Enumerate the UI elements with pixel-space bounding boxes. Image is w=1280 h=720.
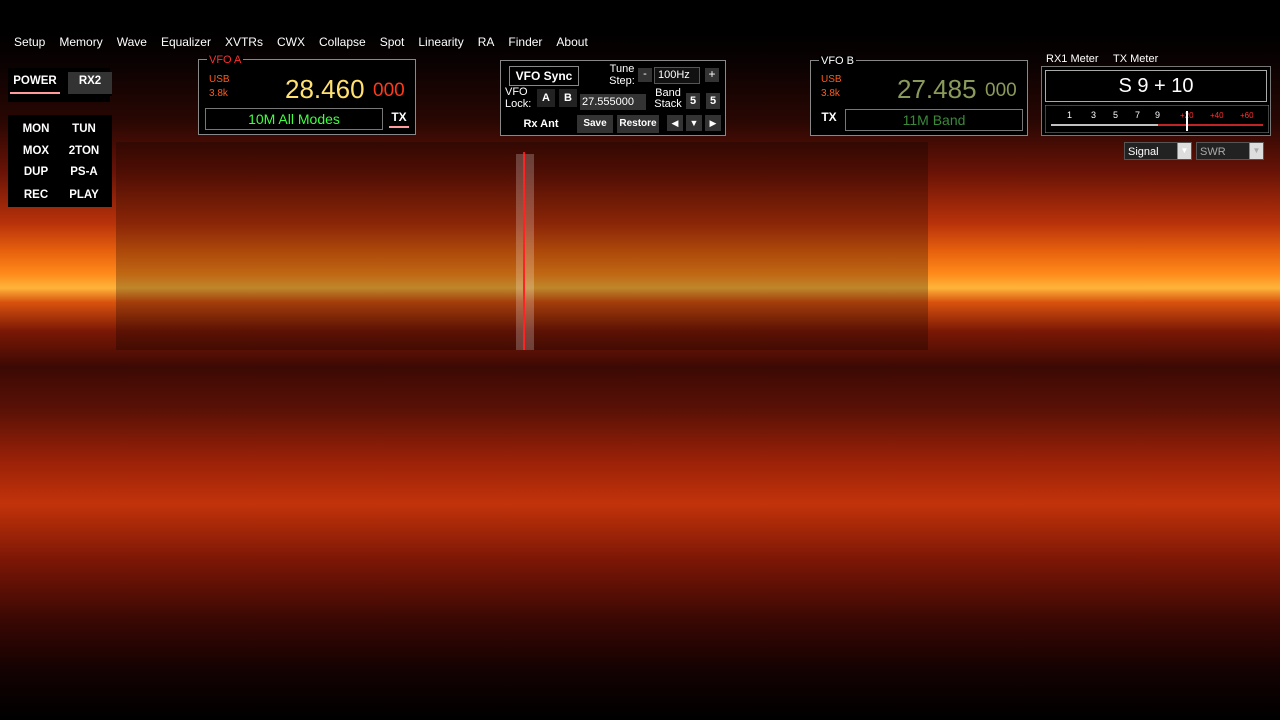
rx2-button[interactable]: RX2 — [68, 72, 112, 96]
meter-scale-p60: +60 — [1240, 111, 1254, 120]
menu-cwx[interactable]: CWX — [277, 35, 305, 51]
rx-meter-select-value: Signal — [1128, 146, 1159, 158]
meter-reading: S 9 + 10 — [1045, 70, 1267, 102]
mox-button[interactable]: MOX — [14, 142, 58, 162]
meter-scale-p40: +40 — [1210, 111, 1224, 120]
vfo-a-mode: USB — [209, 74, 230, 85]
rx-meter-select[interactable]: Signal ▼ — [1124, 142, 1192, 160]
psa-button[interactable]: PS-A — [62, 163, 106, 183]
vfo-lock-label: VFO Lock: — [505, 86, 532, 110]
menu-spot[interactable]: Spot — [380, 35, 405, 51]
menu-collapse[interactable]: Collapse — [319, 35, 366, 51]
menu-xvtrs[interactable]: XVTRs — [225, 35, 263, 51]
panadapter[interactable] — [116, 142, 928, 350]
tune-step-plus[interactable]: + — [705, 68, 719, 82]
restore-button[interactable]: Restore — [617, 115, 659, 133]
vfo-b-band-label: 11M Band — [845, 109, 1023, 131]
tune-step-minus[interactable]: - — [638, 68, 652, 82]
vfo-lock-freq[interactable]: 27.555000 — [580, 94, 646, 110]
menu-wave[interactable]: Wave — [117, 35, 147, 51]
arrow-down-icon[interactable]: ▼ — [686, 115, 702, 131]
arrow-left-icon[interactable]: ◀ — [667, 115, 683, 131]
menu-memory[interactable]: Memory — [59, 35, 102, 51]
band-stack-5a[interactable]: 5 — [686, 93, 700, 109]
vfo-a-bw: 3.8k — [209, 88, 228, 99]
rec-button[interactable]: REC — [14, 186, 58, 206]
vfo-b-panel: VFO B USB 3.8k 27.485 000 TX 11M Band — [810, 55, 1028, 136]
panadapter-grid — [516, 152, 534, 350]
meter-scale-7: 7 — [1135, 110, 1140, 120]
play-button[interactable]: PLAY — [62, 186, 106, 206]
vfo-b-mode: USB — [821, 74, 842, 85]
rx1-meter-label: RX1 Meter — [1046, 53, 1099, 65]
dup-button[interactable]: DUP — [14, 163, 58, 183]
meter-scale-5: 5 — [1113, 110, 1118, 120]
vfo-b-tx-button[interactable]: TX — [819, 110, 839, 128]
band-stack-5b[interactable]: 5 — [706, 93, 720, 109]
tx-meter-label: TX Meter — [1113, 53, 1159, 65]
tun-button[interactable]: TUN — [62, 120, 106, 140]
meter-scale-1: 1 — [1067, 110, 1072, 120]
tx-meter-select-value: SWR — [1200, 146, 1226, 158]
vfo-sync-button[interactable]: VFO Sync — [509, 66, 579, 86]
vfo-b-frequency[interactable]: 27.485 — [897, 74, 977, 105]
band-stack-label: Band Stack — [654, 87, 682, 110]
vfo-a-frequency-sub[interactable]: 000 — [373, 80, 405, 102]
menu-setup[interactable]: Setup — [14, 35, 45, 51]
rx-ant-button[interactable]: Rx Ant — [517, 115, 565, 133]
vfo-a-tx-button[interactable]: TX — [389, 110, 409, 128]
meter-scale-9: 9 — [1155, 110, 1160, 120]
vfo-a-panel: VFO A USB 3.8k 28.460 000 10M All Modes … — [198, 54, 416, 135]
vfo-a-band-label: 10M All Modes — [205, 108, 383, 130]
vfo-b-title: VFO B — [819, 55, 857, 67]
vfo-sync-panel: VFO Sync Tune Step: - 100Hz + VFO Lock: … — [500, 60, 726, 136]
menu-bar: Setup Memory Wave Equalizer XVTRs CWX Co… — [0, 35, 588, 51]
tx-meter-select[interactable]: SWR ▼ — [1196, 142, 1264, 160]
menu-ra[interactable]: RA — [478, 35, 495, 51]
vfo-lock-a[interactable]: A — [537, 89, 555, 107]
tune-step-value[interactable]: 100Hz — [654, 67, 700, 84]
vfo-lock-b[interactable]: B — [559, 89, 577, 107]
meter-bar-scale: 1 3 5 7 9 +20 +40 +60 — [1045, 105, 1269, 133]
save-button[interactable]: Save — [577, 115, 613, 133]
power-button[interactable]: POWER — [10, 72, 60, 94]
thetis-main-window: Setup Memory Wave Equalizer XVTRs CWX Co… — [0, 0, 1280, 720]
2ton-button[interactable]: 2TON — [62, 142, 106, 162]
menu-linearity[interactable]: Linearity — [418, 35, 463, 51]
dropdown-arrow-icon: ▼ — [1249, 143, 1263, 159]
mon-button[interactable]: MON — [14, 120, 58, 140]
menu-equalizer[interactable]: Equalizer — [161, 35, 211, 51]
vfo-a-frequency[interactable]: 28.460 — [285, 74, 365, 105]
vfo-b-frequency-sub[interactable]: 000 — [985, 80, 1017, 102]
menu-about[interactable]: About — [556, 35, 587, 51]
menu-finder[interactable]: Finder — [508, 35, 542, 51]
meter-scale-3: 3 — [1091, 110, 1096, 120]
tune-step-label: Tune Step: — [609, 63, 635, 87]
vfo-b-bw: 3.8k — [821, 88, 840, 99]
arrow-right-icon[interactable]: ▶ — [705, 115, 721, 131]
dropdown-arrow-icon: ▼ — [1177, 143, 1191, 159]
meter-panel: S 9 + 10 1 3 5 7 9 +20 +40 +60 — [1041, 66, 1271, 136]
vfo-a-title: VFO A — [207, 54, 244, 66]
